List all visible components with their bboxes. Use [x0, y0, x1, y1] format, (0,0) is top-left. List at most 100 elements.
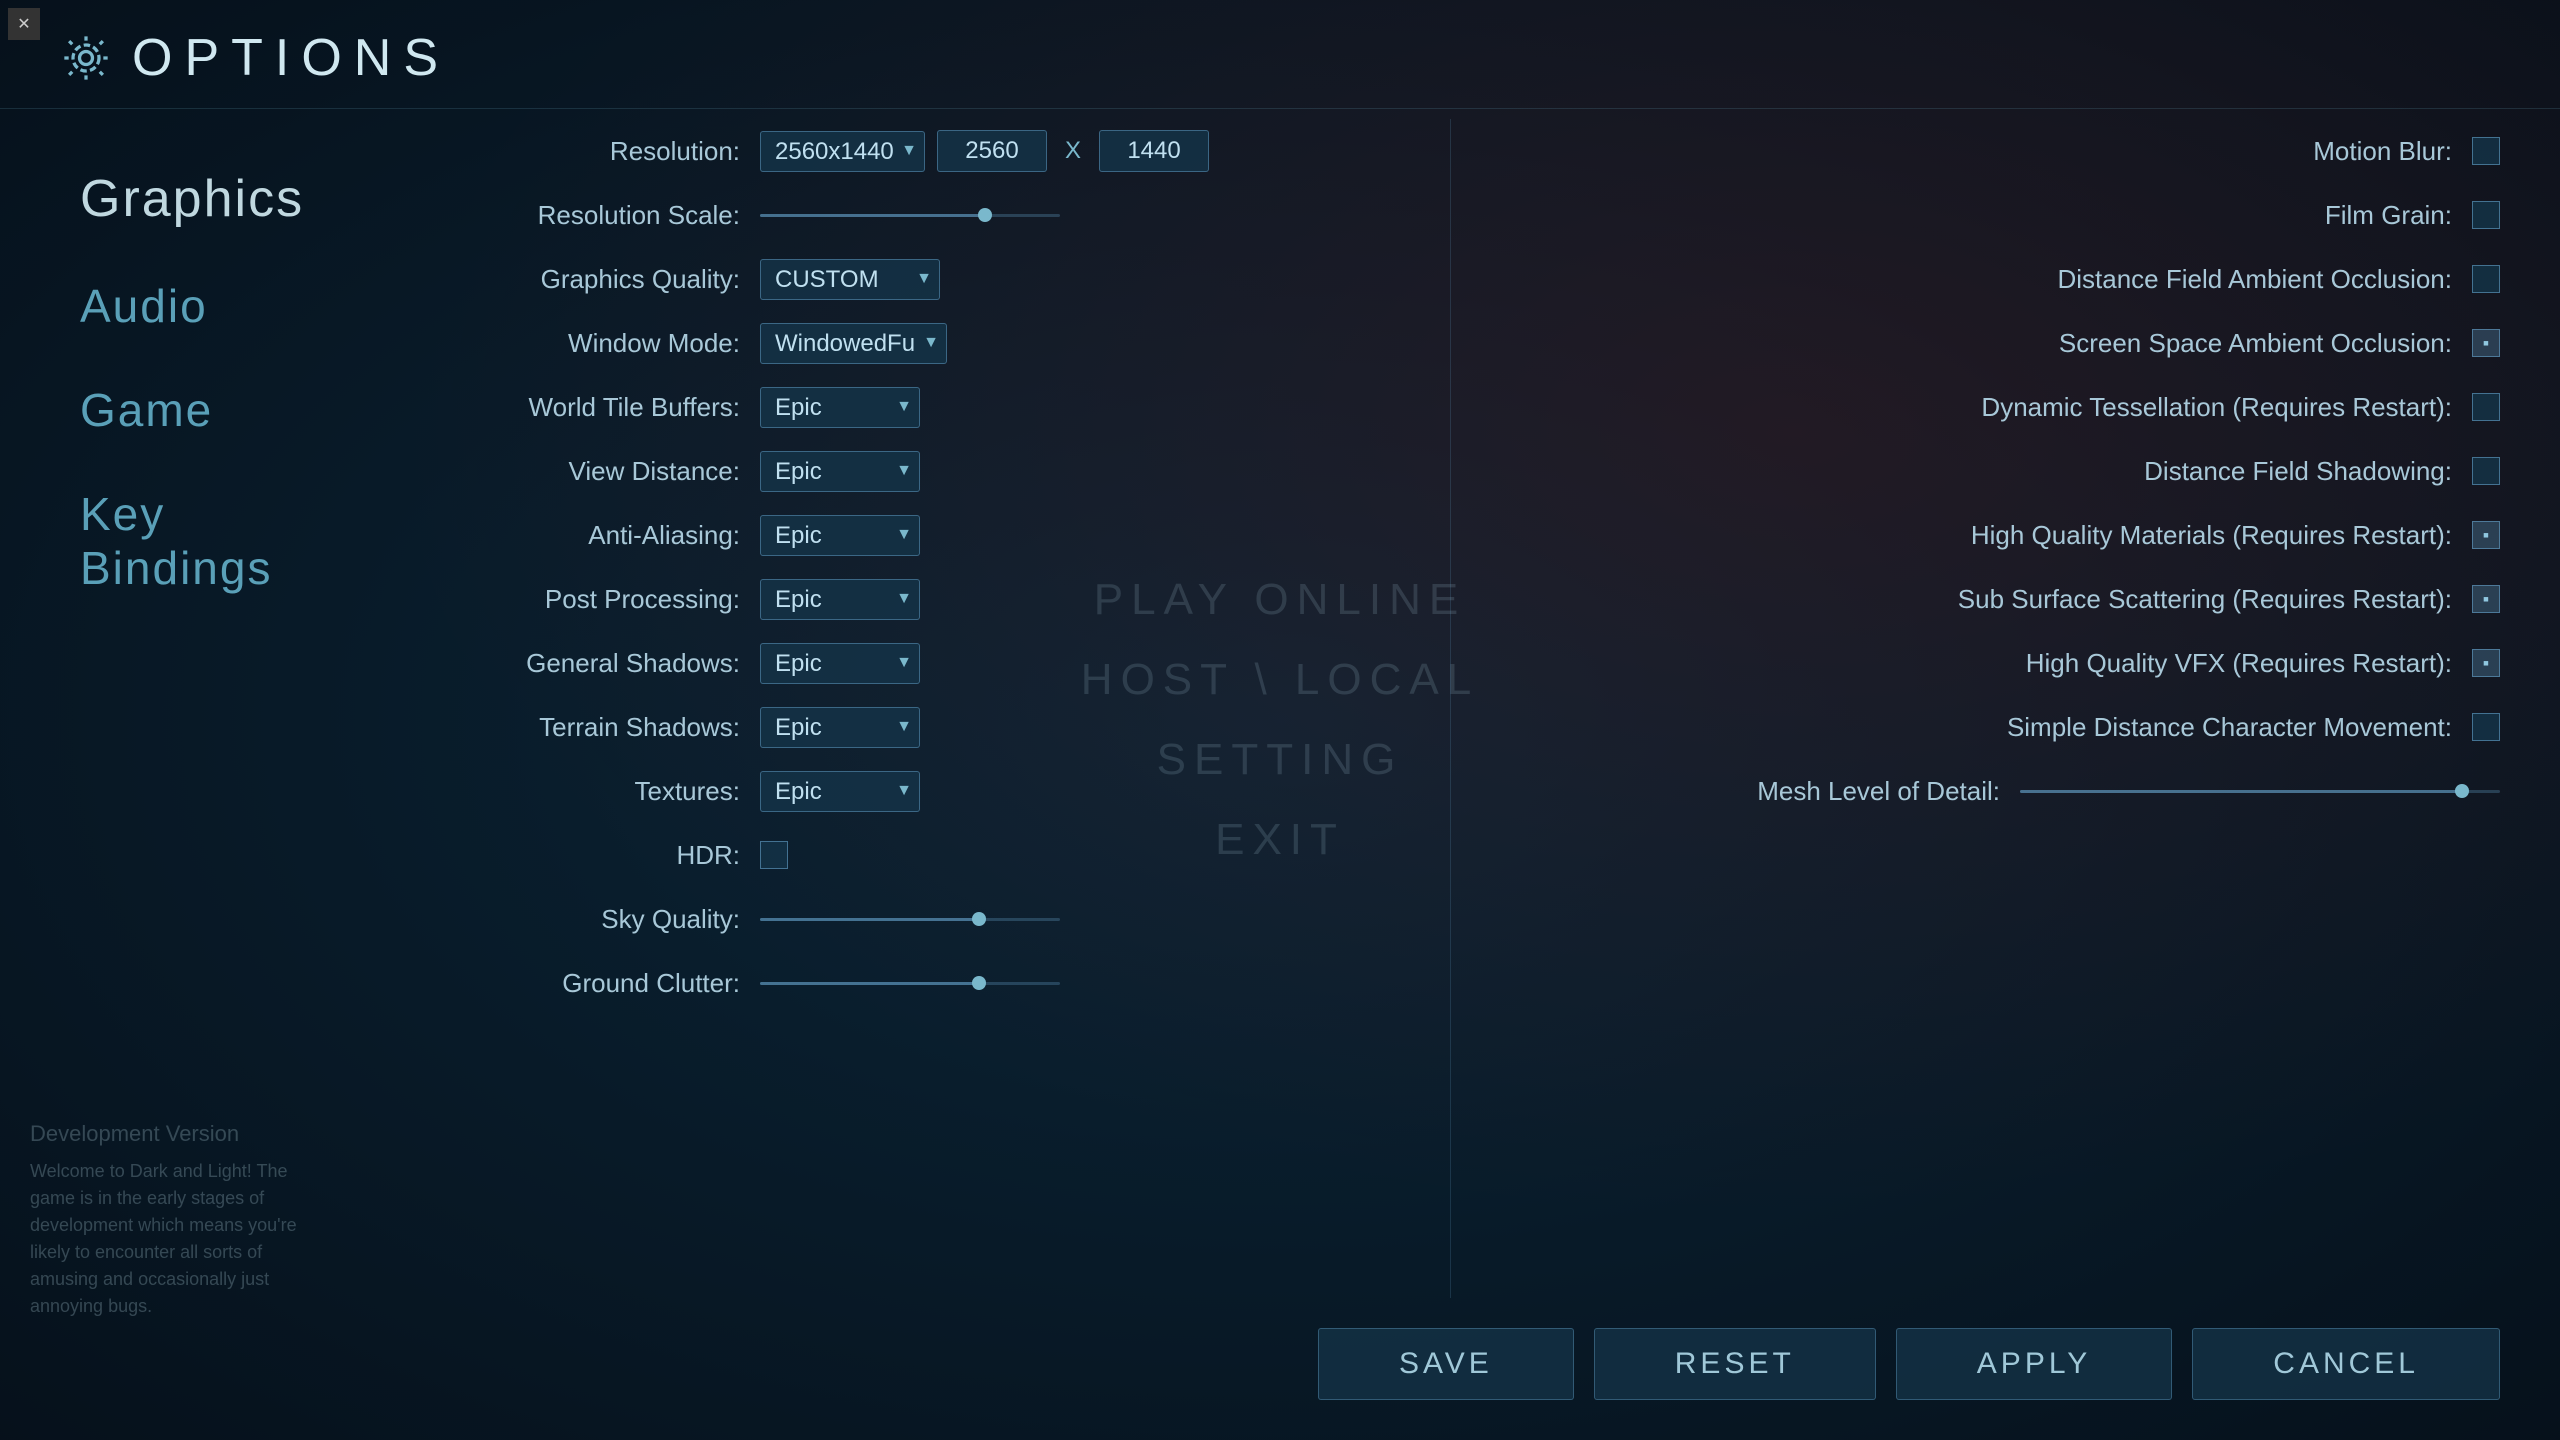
hq-materials-label: High Quality Materials (Requires Restart… — [1971, 520, 2452, 551]
resolution-row: Resolution: 2560x1440 1920x1080 1280x720… — [400, 119, 1410, 183]
motion-blur-checkbox[interactable] — [2472, 137, 2500, 165]
resolution-dropdown[interactable]: 2560x1440 1920x1080 1280x720 — [760, 131, 925, 172]
motion-blur-label: Motion Blur: — [2313, 136, 2452, 167]
apply-button[interactable]: APPLY — [1896, 1328, 2173, 1400]
close-icon: ✕ — [17, 14, 30, 34]
anti-aliasing-dropdown[interactable]: EpicHighMediumLow — [760, 515, 920, 556]
sidebar-item-game[interactable]: Game — [80, 383, 300, 437]
film-grain-checkbox[interactable] — [2472, 201, 2500, 229]
simple-distance-label: Simple Distance Character Movement: — [2007, 712, 2452, 743]
simple-distance-checkbox[interactable] — [2472, 713, 2500, 741]
mesh-lod-track[interactable] — [2020, 790, 2500, 793]
graphics-quality-dropdown-wrapper: CUSTOM Low Medium High Epic ▼ — [760, 259, 940, 300]
settings-left-column: Resolution: 2560x1440 1920x1080 1280x720… — [340, 109, 1450, 1308]
dynamic-tessellation-label: Dynamic Tessellation (Requires Restart): — [1981, 392, 2452, 423]
general-shadows-dropdown[interactable]: EpicHighMediumLow — [760, 643, 920, 684]
reset-button[interactable]: RESET — [1594, 1328, 1876, 1400]
ssao-checkbox[interactable]: ▪ — [2472, 329, 2500, 357]
film-grain-label: Film Grain: — [2325, 200, 2452, 231]
ground-clutter-fill — [760, 982, 979, 985]
post-processing-dropdown-wrapper: EpicHighMediumLow ▼ — [760, 579, 920, 620]
resolution-scale-label: Resolution Scale: — [400, 200, 740, 231]
view-distance-row: View Distance: EpicHighMediumLow ▼ — [400, 439, 1410, 503]
ground-clutter-thumb[interactable] — [972, 976, 986, 990]
sky-quality-label: Sky Quality: — [400, 904, 740, 935]
anti-aliasing-row: Anti-Aliasing: EpicHighMediumLow ▼ — [400, 503, 1410, 567]
mesh-lod-thumb[interactable] — [2455, 784, 2469, 798]
world-tile-buffers-row: World Tile Buffers: EpicHighMediumLow ▼ — [400, 375, 1410, 439]
hq-vfx-row: High Quality VFX (Requires Restart): ▪ — [1491, 631, 2501, 695]
view-distance-label: View Distance: — [400, 456, 740, 487]
sky-quality-track[interactable] — [760, 918, 1060, 921]
mesh-lod-label: Mesh Level of Detail: — [1757, 776, 2000, 807]
sidebar: Graphics Audio Game Key Bindings — [0, 109, 340, 1308]
simple-distance-row: Simple Distance Character Movement: — [1491, 695, 2501, 759]
motion-blur-row: Motion Blur: — [1491, 119, 2501, 183]
view-distance-dropdown-wrapper: EpicHighMediumLow ▼ — [760, 451, 920, 492]
window-mode-label: Window Mode: — [400, 328, 740, 359]
view-distance-dropdown[interactable]: EpicHighMediumLow — [760, 451, 920, 492]
resolution-scale-track[interactable] — [760, 214, 1060, 217]
terrain-shadows-dropdown[interactable]: EpicHighMediumLow — [760, 707, 920, 748]
textures-dropdown[interactable]: EpicHighMediumLow — [760, 771, 920, 812]
textures-row: Textures: EpicHighMediumLow ▼ — [400, 759, 1410, 823]
save-button[interactable]: SAVE — [1318, 1328, 1574, 1400]
header: OPTIONS — [0, 0, 2560, 109]
graphics-quality-row: Graphics Quality: CUSTOM Low Medium High… — [400, 247, 1410, 311]
textures-control: EpicHighMediumLow ▼ — [760, 771, 920, 812]
graphics-quality-dropdown[interactable]: CUSTOM Low Medium High Epic — [760, 259, 940, 300]
sss-row: Sub Surface Scattering (Requires Restart… — [1491, 567, 2501, 631]
sss-label: Sub Surface Scattering (Requires Restart… — [1958, 584, 2452, 615]
ground-clutter-control — [760, 982, 1060, 985]
dynamic-tessellation-row: Dynamic Tessellation (Requires Restart): — [1491, 375, 2501, 439]
mesh-lod-fill — [2020, 790, 2462, 793]
dfs-row: Distance Field Shadowing: — [1491, 439, 2501, 503]
graphics-quality-label: Graphics Quality: — [400, 264, 740, 295]
terrain-shadows-label: Terrain Shadows: — [400, 712, 740, 743]
anti-aliasing-dropdown-wrapper: EpicHighMediumLow ▼ — [760, 515, 920, 556]
hq-materials-checkbox[interactable]: ▪ — [2472, 521, 2500, 549]
post-processing-dropdown[interactable]: EpicHighMediumLow — [760, 579, 920, 620]
resolution-height-input[interactable] — [1099, 130, 1209, 172]
post-processing-label: Post Processing: — [400, 584, 740, 615]
sky-quality-thumb[interactable] — [972, 912, 986, 926]
hdr-checkbox[interactable] — [760, 841, 788, 869]
sidebar-item-graphics[interactable]: Graphics — [80, 169, 300, 229]
sidebar-item-key-bindings[interactable]: Key Bindings — [80, 487, 300, 595]
mesh-lod-control — [2020, 790, 2500, 793]
window-mode-dropdown[interactable]: WindowedFu Windowed Fullscreen — [760, 323, 947, 364]
textures-dropdown-wrapper: EpicHighMediumLow ▼ — [760, 771, 920, 812]
dfs-checkbox[interactable] — [2472, 457, 2500, 485]
sss-check-mark: ▪ — [2483, 589, 2489, 610]
world-tile-buffers-dropdown[interactable]: EpicHighMediumLow — [760, 387, 920, 428]
dfao-label: Distance Field Ambient Occlusion: — [2057, 264, 2452, 295]
world-tile-buffers-label: World Tile Buffers: — [400, 392, 740, 423]
resolution-dropdown-wrapper: 2560x1440 1920x1080 1280x720 ▼ — [760, 131, 925, 172]
window-mode-dropdown-wrapper: WindowedFu Windowed Fullscreen ▼ — [760, 323, 947, 364]
resolution-scale-row: Resolution Scale: — [400, 183, 1410, 247]
hq-vfx-checkbox[interactable]: ▪ — [2472, 649, 2500, 677]
view-distance-control: EpicHighMediumLow ▼ — [760, 451, 920, 492]
window-close-button[interactable]: ✕ — [8, 8, 40, 40]
resolution-scale-control — [760, 214, 1060, 217]
world-tile-buffers-dropdown-wrapper: EpicHighMediumLow ▼ — [760, 387, 920, 428]
ground-clutter-track[interactable] — [760, 982, 1060, 985]
anti-aliasing-control: EpicHighMediumLow ▼ — [760, 515, 920, 556]
sidebar-item-audio[interactable]: Audio — [80, 279, 300, 333]
hdr-row: HDR: — [400, 823, 1410, 887]
dfao-checkbox[interactable] — [2472, 265, 2500, 293]
anti-aliasing-label: Anti-Aliasing: — [400, 520, 740, 551]
sky-quality-row: Sky Quality: — [400, 887, 1410, 951]
window-mode-row: Window Mode: WindowedFu Windowed Fullscr… — [400, 311, 1410, 375]
dynamic-tessellation-checkbox[interactable] — [2472, 393, 2500, 421]
gear-icon — [60, 32, 112, 84]
graphics-quality-control: CUSTOM Low Medium High Epic ▼ — [760, 259, 940, 300]
sss-checkbox[interactable]: ▪ — [2472, 585, 2500, 613]
textures-label: Textures: — [400, 776, 740, 807]
resolution-scale-thumb[interactable] — [978, 208, 992, 222]
cancel-button[interactable]: CANCEL — [2192, 1328, 2500, 1400]
footer: SAVE RESET APPLY CANCEL — [0, 1308, 2560, 1440]
hdr-label: HDR: — [400, 840, 740, 871]
world-tile-buffers-control: EpicHighMediumLow ▼ — [760, 387, 920, 428]
resolution-width-input[interactable] — [937, 130, 1047, 172]
